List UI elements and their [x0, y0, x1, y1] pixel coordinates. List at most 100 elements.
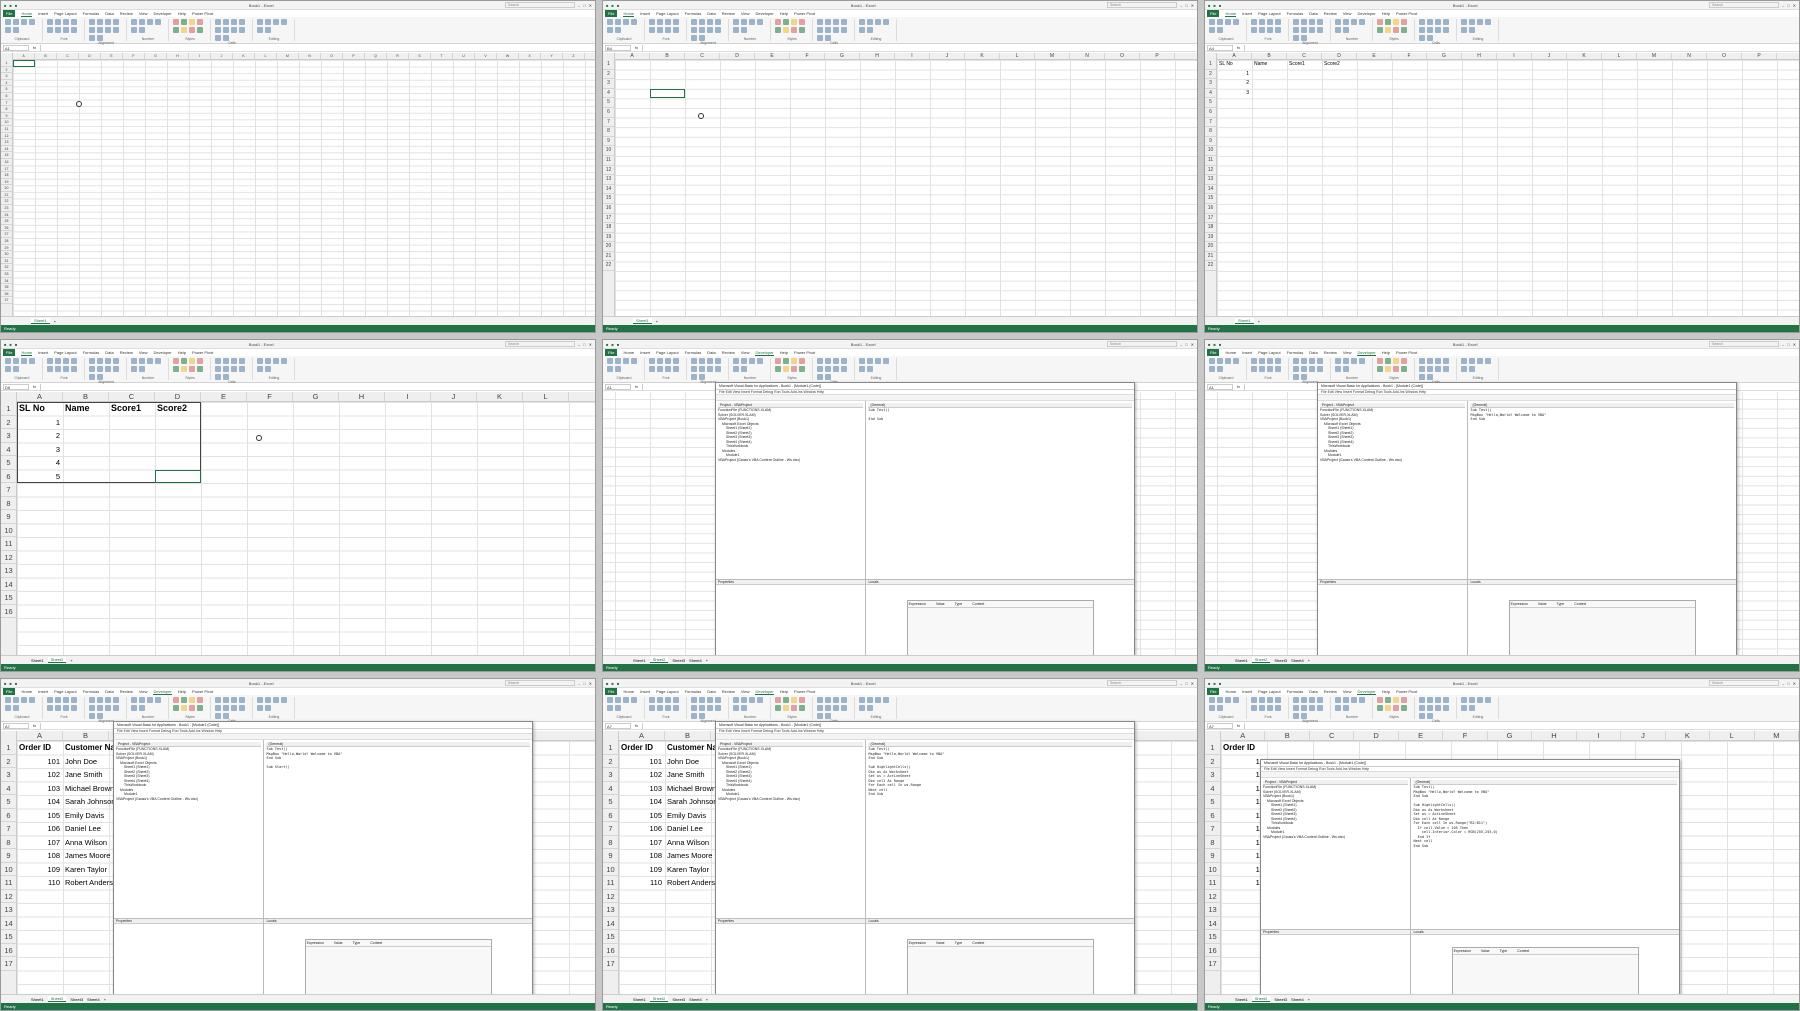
ribbon-button-icon[interactable] — [1351, 358, 1357, 364]
maximize-icon[interactable]: □ — [1787, 342, 1789, 347]
row-header[interactable]: 2 — [603, 755, 618, 768]
row-header[interactable]: 5 — [1, 456, 16, 470]
ribbon-button-icon[interactable] — [113, 27, 119, 33]
ribbon-button-icon[interactable] — [215, 697, 221, 703]
row-header[interactable]: 16 — [1, 159, 12, 166]
column-header[interactable]: C — [57, 53, 79, 59]
ribbon-button-icon[interactable] — [783, 366, 789, 372]
ribbon-button-icon[interactable] — [665, 27, 671, 33]
ribbon-button-icon[interactable] — [1461, 19, 1467, 25]
ribbon-button-icon[interactable] — [155, 19, 161, 25]
redo-icon[interactable]: ■ — [1219, 3, 1221, 8]
ribbon-button-icon[interactable] — [1209, 697, 1215, 703]
ribbon-button-icon[interactable] — [55, 27, 61, 33]
undo-icon[interactable]: ■ — [9, 3, 11, 8]
close-icon[interactable]: ✕ — [589, 342, 592, 347]
ribbon-button-icon[interactable] — [1393, 358, 1399, 364]
ribbon-button-icon[interactable] — [707, 358, 713, 364]
code-window[interactable]: (General) Sub Test() MsgBox "Hello,World!… — [866, 740, 1134, 918]
ribbon-button-icon[interactable] — [173, 27, 179, 33]
column-header[interactable]: D — [155, 392, 201, 401]
row-header[interactable]: 14 — [1205, 917, 1220, 930]
redo-icon[interactable]: ■ — [1219, 681, 1221, 686]
ribbon-button-icon[interactable] — [623, 358, 629, 364]
formula-input[interactable] — [642, 44, 1197, 51]
ribbon-button-icon[interactable] — [105, 358, 111, 364]
ribbon-button-icon[interactable] — [1309, 27, 1315, 33]
save-icon[interactable]: ■ — [4, 342, 6, 347]
ribbon-button-icon[interactable] — [799, 705, 805, 711]
close-icon[interactable]: ✕ — [1793, 681, 1796, 686]
search-box[interactable]: Search — [504, 2, 575, 8]
ribbon-button-icon[interactable] — [607, 358, 613, 364]
ribbon-button-icon[interactable] — [607, 705, 613, 711]
ribbon-tab[interactable]: Power Pivot — [794, 350, 815, 355]
save-icon[interactable]: ■ — [1208, 342, 1210, 347]
ribbon-button-icon[interactable] — [55, 366, 61, 372]
ribbon-tab[interactable]: Power Pivot — [794, 11, 815, 16]
row-header[interactable]: 12 — [1205, 166, 1216, 176]
vba-editor-window[interactable]: Microsoft Visual Basic for Applications … — [715, 382, 1135, 671]
ribbon-button-icon[interactable] — [1217, 705, 1223, 711]
ribbon-button-icon[interactable] — [1275, 19, 1281, 25]
ribbon-button-icon[interactable] — [1275, 27, 1281, 33]
ribbon-button-icon[interactable] — [1259, 697, 1265, 703]
ribbon-button-icon[interactable] — [715, 697, 721, 703]
ribbon-button-icon[interactable] — [833, 27, 839, 33]
ribbon-tab[interactable]: Formulas — [83, 350, 100, 355]
ribbon-button-icon[interactable] — [29, 358, 35, 364]
column-header[interactable]: B — [650, 53, 685, 59]
row-header[interactable]: 13 — [603, 903, 618, 917]
ribbon-button-icon[interactable] — [189, 27, 195, 33]
ribbon-tab[interactable]: Formulas — [685, 350, 702, 355]
name-box[interactable]: A1 — [605, 383, 631, 390]
ribbon-button-icon[interactable] — [1267, 705, 1273, 711]
row-header[interactable]: 6 — [1, 470, 16, 483]
ribbon-button-icon[interactable] — [139, 19, 145, 25]
ribbon-button-icon[interactable] — [223, 19, 229, 25]
column-header[interactable]: T — [431, 53, 453, 59]
ribbon-button-icon[interactable] — [1435, 705, 1441, 711]
row-header[interactable]: 34 — [1, 278, 12, 285]
ribbon-button-icon[interactable] — [1335, 27, 1341, 33]
ribbon-button-icon[interactable] — [147, 358, 153, 364]
ribbon-button-icon[interactable] — [649, 366, 655, 372]
column-header[interactable]: F — [123, 53, 145, 59]
ribbon-button-icon[interactable] — [841, 366, 847, 372]
search-box[interactable]: Search — [1106, 680, 1177, 686]
search-box[interactable]: Search — [1708, 341, 1779, 347]
ribbon-button-icon[interactable] — [1317, 27, 1323, 33]
ribbon-button-icon[interactable] — [607, 19, 613, 25]
ribbon-button-icon[interactable] — [105, 27, 111, 33]
ribbon-button-icon[interactable] — [189, 19, 195, 25]
row-header[interactable]: 8 — [1, 497, 16, 510]
column-header[interactable]: P — [1140, 53, 1175, 59]
ribbon-button-icon[interactable] — [47, 358, 53, 364]
row-header[interactable]: 1 — [603, 741, 618, 755]
column-header[interactable]: Z — [563, 53, 585, 59]
column-header[interactable]: C — [1310, 731, 1355, 740]
ribbon-button-icon[interactable] — [1435, 358, 1441, 364]
ribbon-button-icon[interactable] — [1335, 705, 1341, 711]
row-header[interactable]: 21 — [1205, 252, 1216, 262]
ribbon-button-icon[interactable] — [1301, 366, 1307, 372]
watch-window[interactable]: Expression Value Type Context — [906, 938, 1094, 1001]
ribbon-button-icon[interactable] — [615, 19, 621, 25]
project-explorer[interactable]: Project - VBAProject FunctionFile (FUNCTI… — [114, 740, 265, 918]
ribbon-button-icon[interactable] — [1301, 697, 1307, 703]
ribbon-button-icon[interactable] — [699, 697, 705, 703]
column-header[interactable]: M — [1755, 731, 1799, 740]
column-header[interactable]: M — [1035, 53, 1070, 59]
minimize-icon[interactable]: – — [1782, 342, 1784, 347]
redo-icon[interactable]: ■ — [15, 681, 17, 686]
row-header[interactable]: 4 — [1, 443, 16, 456]
ribbon-button-icon[interactable] — [13, 366, 19, 372]
add-sheet-icon[interactable]: + — [70, 658, 72, 663]
ribbon-button-icon[interactable] — [707, 697, 713, 703]
code-text[interactable]: Sub Test() MsgBox "Hello,World! Welcome … — [1470, 408, 1734, 422]
ribbon-tab[interactable]: Help — [178, 350, 186, 355]
ribbon-button-icon[interactable] — [631, 19, 637, 25]
ribbon-tab[interactable]: Power Pivot — [1396, 689, 1417, 694]
row-header[interactable]: 7 — [1, 822, 16, 836]
ribbon-button-icon[interactable] — [841, 19, 847, 25]
